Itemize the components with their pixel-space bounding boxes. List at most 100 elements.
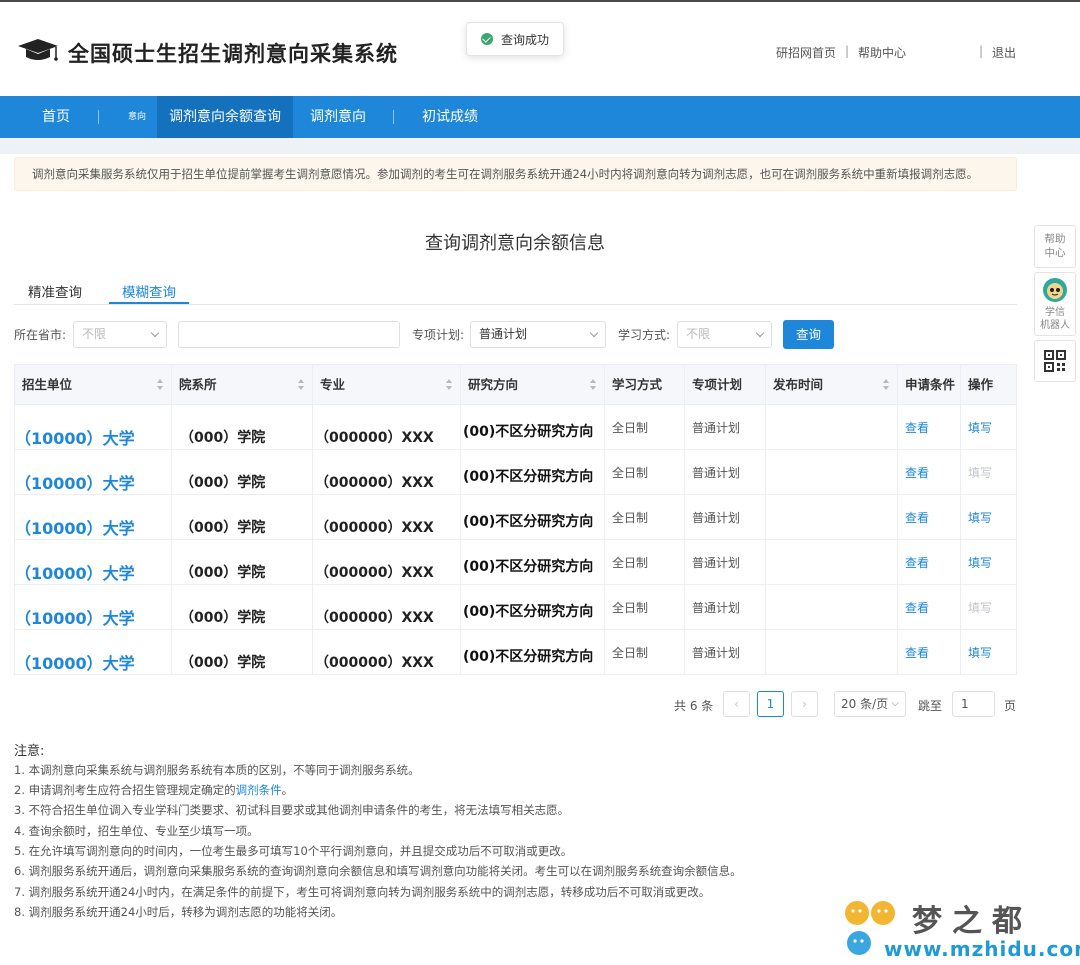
table-cell: （000）学院 <box>172 540 313 585</box>
table-cell: 全日制 <box>605 630 685 675</box>
site-title: 全国硕士生招生调剂意向采集系统 <box>68 42 398 66</box>
view-conditions-link[interactable]: 查看 <box>905 599 929 616</box>
table-cell: 查看 <box>898 405 961 450</box>
view-conditions-link[interactable]: 查看 <box>905 464 929 481</box>
fill-intention-link[interactable]: 填写 <box>968 419 992 436</box>
query-button[interactable]: 查询 <box>783 320 834 349</box>
side-robot[interactable]: 学信 机器人 <box>1034 272 1076 336</box>
side-help-center[interactable]: 帮助 中心 <box>1034 225 1076 268</box>
side-qrcode[interactable] <box>1034 340 1076 382</box>
table-cell: 全日制 <box>605 450 685 495</box>
view-conditions-link[interactable]: 查看 <box>905 509 929 526</box>
nav-home[interactable]: 首页 <box>42 96 70 138</box>
link-logout[interactable]: 退出 <box>992 44 1016 61</box>
cell-unit: （10000）大学 <box>15 429 135 448</box>
mode-value: 不限 <box>686 327 711 341</box>
sort-icon[interactable] <box>590 379 596 391</box>
view-conditions-link[interactable]: 查看 <box>905 554 929 571</box>
cell-major: （000000）XXX <box>315 430 434 446</box>
tab-exact-query[interactable]: 精准查询 <box>28 281 82 301</box>
cell-mode: 全日制 <box>612 511 649 525</box>
table-cell: 全日制 <box>605 585 685 630</box>
table-cell: 填写 <box>961 405 1018 450</box>
mode-label: 学习方式: <box>618 328 671 342</box>
page-number-current[interactable]: 1 <box>757 691 784 717</box>
plan-label: 专项计划: <box>412 328 465 342</box>
view-conditions-link[interactable]: 查看 <box>905 419 929 436</box>
view-conditions-link[interactable]: 查看 <box>905 644 929 661</box>
table-cell: (00)不区分研究方向 <box>461 630 605 675</box>
toast-message: 查询成功 <box>500 32 549 47</box>
table-header: 招生单位 院系所 专业 研究方向 学习方式 专项计划 发布时间 申请条件 操作 <box>15 365 1016 405</box>
table-cell: 普通计划 <box>685 630 766 675</box>
chevron-down-icon <box>589 328 599 338</box>
table-row: （10000）大学 （000）学院 （000000）XXX (00)不区分研究方向 全日… <box>15 585 1016 630</box>
sort-icon[interactable] <box>446 379 452 391</box>
notes-title: 注意: <box>14 744 45 759</box>
table-cell: 普通计划 <box>685 585 766 630</box>
sort-icon[interactable] <box>298 379 304 391</box>
table-cell: 普通计划 <box>685 540 766 585</box>
robot-icon <box>1043 278 1067 302</box>
unit-search-input[interactable] <box>178 321 400 348</box>
nav-separator <box>393 110 394 124</box>
page-size-select[interactable]: 20 条/页 ⌵ <box>834 691 906 717</box>
column-header-time[interactable]: 发布时间 <box>766 365 898 405</box>
cell-plan: 普通计划 <box>692 556 741 570</box>
column-header-major[interactable]: 专业 <box>313 365 461 405</box>
cell-dept: （000）学院 <box>180 430 266 446</box>
watermark-url: www.mzhidu.com <box>884 937 1080 961</box>
province-label: 所在省市: <box>14 328 67 342</box>
nav-exam-scores[interactable]: 初试成绩 <box>422 96 478 138</box>
nav-intention[interactable]: 调剂意向 <box>310 96 366 138</box>
table-cell: 全日制 <box>605 405 685 450</box>
table-cell: （000000）XXX <box>313 495 461 540</box>
column-header-dept[interactable]: 院系所 <box>172 365 313 405</box>
table-cell <box>766 405 898 450</box>
table-cell: （000）学院 <box>172 585 313 630</box>
chevron-right-icon: › <box>802 697 807 711</box>
note-item: 5. 在允许填写调剂意向的时间内，一位考生最多可填写10个平行调剂意向，并且提交… <box>14 844 573 858</box>
table-cell: (00)不区分研究方向 <box>461 405 605 450</box>
next-page-button[interactable]: › <box>791 691 818 717</box>
province-select[interactable]: 不限 <box>73 321 167 348</box>
column-header-condition: 申请条件 <box>898 365 961 405</box>
cell-direction: (00)不区分研究方向 <box>463 559 594 575</box>
sort-icon[interactable] <box>883 379 889 391</box>
tab-fuzzy-query[interactable]: 模糊查询 <box>122 281 176 301</box>
cell-unit: （10000）大学 <box>15 654 135 673</box>
qrcode-icon <box>1044 350 1066 372</box>
plan-select[interactable]: 普通计划 <box>470 321 606 348</box>
table-cell: （000）学院 <box>172 630 313 675</box>
cell-major: （000000）XXX <box>315 610 434 626</box>
nav-quota-query[interactable]: 调剂意向余额查询 <box>157 96 293 138</box>
column-header-direction[interactable]: 研究方向 <box>461 365 605 405</box>
table-cell <box>766 585 898 630</box>
sort-icon[interactable] <box>157 379 163 391</box>
mode-select[interactable]: 不限 <box>677 321 772 348</box>
prev-page-button[interactable]: ‹ <box>723 691 750 717</box>
note-item: 6. 调剂服务系统开通后，调剂意向采集服务系统的查询调剂意向余额信息和填写调剂意… <box>14 864 742 878</box>
table-cell: （10000）大学 <box>15 585 172 630</box>
column-header-unit[interactable]: 招生单位 <box>15 365 172 405</box>
table-cell: （10000）大学 <box>15 405 172 450</box>
jump-page-input[interactable]: 1 <box>952 691 995 717</box>
tab-active-indicator <box>109 302 189 304</box>
adjustment-conditions-link[interactable]: 调剂条件 <box>236 783 282 797</box>
column-header-operation: 操作 <box>968 377 994 392</box>
link-yanzhao-home[interactable]: 研招网首页 <box>776 44 836 61</box>
table-cell: 全日制 <box>605 540 685 585</box>
fill-intention-link[interactable]: 填写 <box>968 509 992 526</box>
table-cell: （000000）XXX <box>313 450 461 495</box>
cell-unit: （10000）大学 <box>15 519 135 538</box>
table-cell: （10000）大学 <box>15 495 172 540</box>
chevron-down-icon <box>755 328 765 338</box>
fill-intention-link[interactable]: 填写 <box>968 644 992 661</box>
page-title: 查询调剂意向余额信息 <box>425 233 605 254</box>
chevron-down-icon: ⌵ <box>891 698 899 709</box>
table-cell: 查看 <box>898 450 961 495</box>
link-help-center[interactable]: 帮助中心 <box>858 44 906 61</box>
page-size-value: 20 条/页 <box>841 697 889 711</box>
table-cell: （10000）大学 <box>15 630 172 675</box>
fill-intention-link[interactable]: 填写 <box>968 554 992 571</box>
